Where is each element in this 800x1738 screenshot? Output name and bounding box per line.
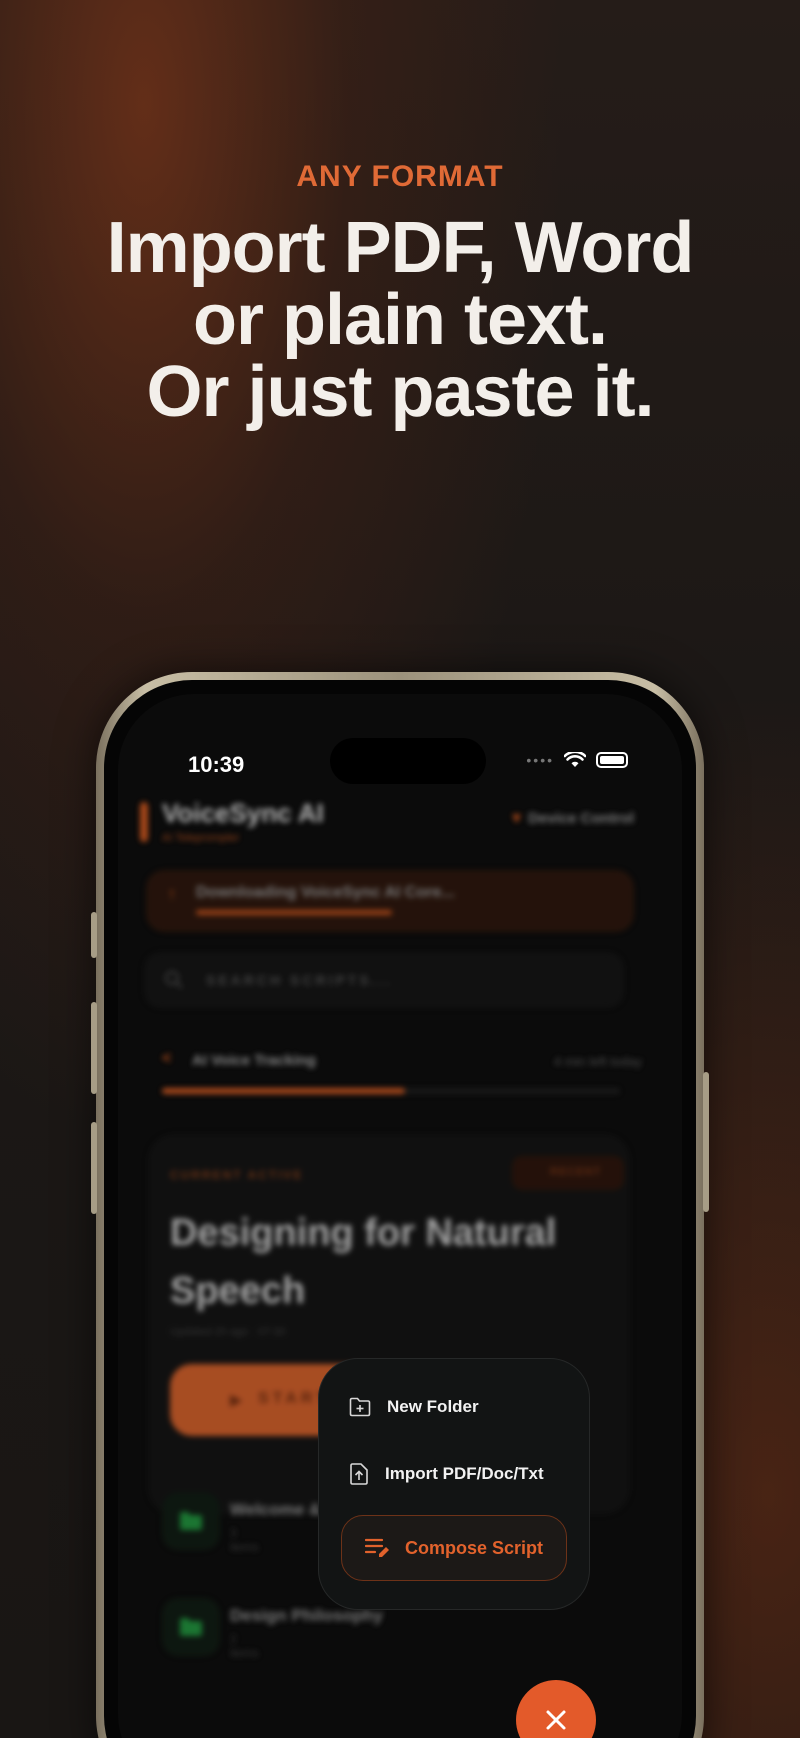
search-placeholder: SEARCH SCRIPTS... bbox=[206, 972, 393, 988]
app-title: VoiceSync AI bbox=[162, 798, 324, 828]
import-file-label: Import PDF/Doc/Txt bbox=[385, 1464, 544, 1483]
folder-icon bbox=[162, 1598, 220, 1656]
close-menu-button[interactable] bbox=[516, 1680, 596, 1738]
phone-screen: 10:39 •••• VoiceSync AI AI Teleprompter bbox=[118, 694, 682, 1738]
compose-script-label: Compose Script bbox=[404, 1537, 544, 1558]
new-folder-label: New Folder bbox=[387, 1397, 479, 1416]
headline-line-2: or plain text. bbox=[192, 280, 608, 360]
download-icon: ↑ bbox=[168, 886, 176, 903]
close-icon bbox=[546, 1710, 566, 1730]
search-icon bbox=[165, 971, 183, 989]
download-banner: ↑ Downloading VoiceSync AI Core... bbox=[146, 870, 634, 932]
folder-count: 2 items bbox=[230, 1632, 259, 1660]
folder-icon bbox=[162, 1492, 220, 1550]
volume-down-button bbox=[91, 1122, 97, 1214]
download-progress-bar bbox=[196, 910, 393, 915]
signal-icon: •••• bbox=[526, 752, 554, 768]
search-input[interactable]: SEARCH SCRIPTS... bbox=[144, 952, 624, 1008]
dynamic-island bbox=[330, 738, 486, 784]
tracking-progress-bar bbox=[162, 1088, 405, 1094]
folder-count: 3 items bbox=[230, 1526, 259, 1554]
mute-switch bbox=[91, 912, 97, 958]
status-time: 10:39 bbox=[188, 752, 245, 777]
compose-script-button[interactable]: Compose Script bbox=[341, 1515, 567, 1581]
recent-badge: RECENT bbox=[512, 1156, 624, 1190]
tracking-remaining: 4 min left today bbox=[553, 1054, 642, 1069]
import-file-menu-item[interactable]: Import PDF/Doc/Txt bbox=[349, 1463, 544, 1485]
power-button bbox=[703, 1072, 709, 1212]
phone-frame: 10:39 •••• VoiceSync AI AI Teleprompter bbox=[91, 672, 709, 1738]
badge-text: RECENT bbox=[550, 1166, 602, 1178]
folder-plus-icon bbox=[349, 1397, 371, 1417]
card-label: CURRENT ACTIVE bbox=[170, 1168, 304, 1182]
wifi-icon bbox=[564, 752, 586, 767]
new-folder-menu-item[interactable]: New Folder bbox=[349, 1397, 479, 1417]
status-icons: •••• bbox=[526, 752, 628, 768]
promo-kicker: ANY FORMAT bbox=[296, 160, 504, 193]
volume-up-button bbox=[91, 1002, 97, 1094]
promo-headline: Import PDF, Word or plain text. Or just … bbox=[40, 212, 760, 428]
play-icon: ▶ bbox=[230, 1392, 243, 1409]
app-subtitle: AI Teleprompter bbox=[162, 832, 240, 844]
card-title: Designing for Natural Speech bbox=[170, 1212, 557, 1312]
headline-line-3: Or just paste it. bbox=[146, 352, 654, 432]
wifi-signal-icon: ▼ bbox=[509, 810, 529, 827]
headline-line-1: Import PDF, Word bbox=[106, 208, 695, 288]
file-upload-icon bbox=[350, 1463, 368, 1485]
app-accent-bar bbox=[140, 802, 148, 842]
battery-icon bbox=[596, 752, 628, 768]
device-control-label: Device Control bbox=[528, 810, 634, 827]
tracking-label: AI Voice Tracking bbox=[192, 1052, 316, 1069]
add-menu-popover: New Folder Import PDF/Doc/Txt Compose Sc… bbox=[318, 1358, 590, 1610]
download-text: Downloading VoiceSync AI Core... bbox=[196, 884, 455, 901]
phone-bezel: 10:39 •••• VoiceSync AI AI Teleprompter bbox=[104, 680, 696, 1738]
device-control-button[interactable]: ▼ Device Control bbox=[509, 810, 634, 827]
compose-edit-icon bbox=[364, 1538, 389, 1557]
promo-page: ANY FORMAT Import PDF, Word or plain tex… bbox=[0, 0, 800, 1738]
voice-wave-icon: < bbox=[162, 1050, 172, 1067]
card-meta: Updated 2h ago · 07:30 bbox=[170, 1326, 286, 1338]
